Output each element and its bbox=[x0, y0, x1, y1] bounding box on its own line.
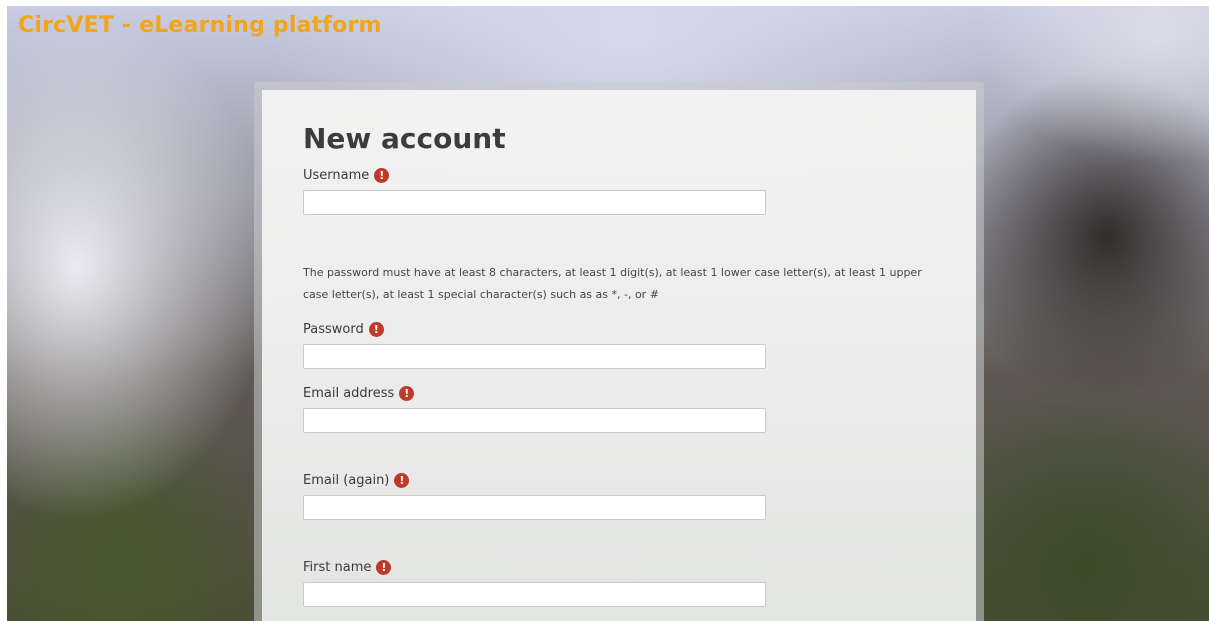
username-label-text: Username bbox=[303, 168, 370, 183]
required-icon: ! bbox=[376, 560, 392, 575]
username-input[interactable] bbox=[303, 190, 766, 215]
email-label: Email address ! bbox=[303, 386, 415, 401]
username-label: Username ! bbox=[303, 168, 390, 183]
first-name-label-text: First name bbox=[303, 560, 372, 575]
required-icon: ! bbox=[374, 168, 390, 183]
required-icon: ! bbox=[394, 473, 410, 488]
first-name-input[interactable] bbox=[303, 582, 766, 607]
email-again-label: Email (again) ! bbox=[303, 473, 410, 488]
required-icon: ! bbox=[368, 322, 384, 337]
first-name-label: First name ! bbox=[303, 560, 392, 575]
email-input[interactable] bbox=[303, 408, 766, 433]
email-again-input[interactable] bbox=[303, 495, 766, 520]
email-again-label-text: Email (again) bbox=[303, 473, 390, 488]
password-label: Password ! bbox=[303, 322, 384, 337]
password-input[interactable] bbox=[303, 344, 766, 369]
password-policy-text: The password must have at least 8 charac… bbox=[303, 266, 922, 301]
password-label-text: Password bbox=[303, 322, 364, 337]
page-title: New account bbox=[303, 122, 506, 155]
email-label-text: Email address bbox=[303, 386, 395, 401]
required-icon: ! bbox=[399, 386, 415, 401]
site-title[interactable]: CircVET - eLearning platform bbox=[18, 13, 382, 38]
